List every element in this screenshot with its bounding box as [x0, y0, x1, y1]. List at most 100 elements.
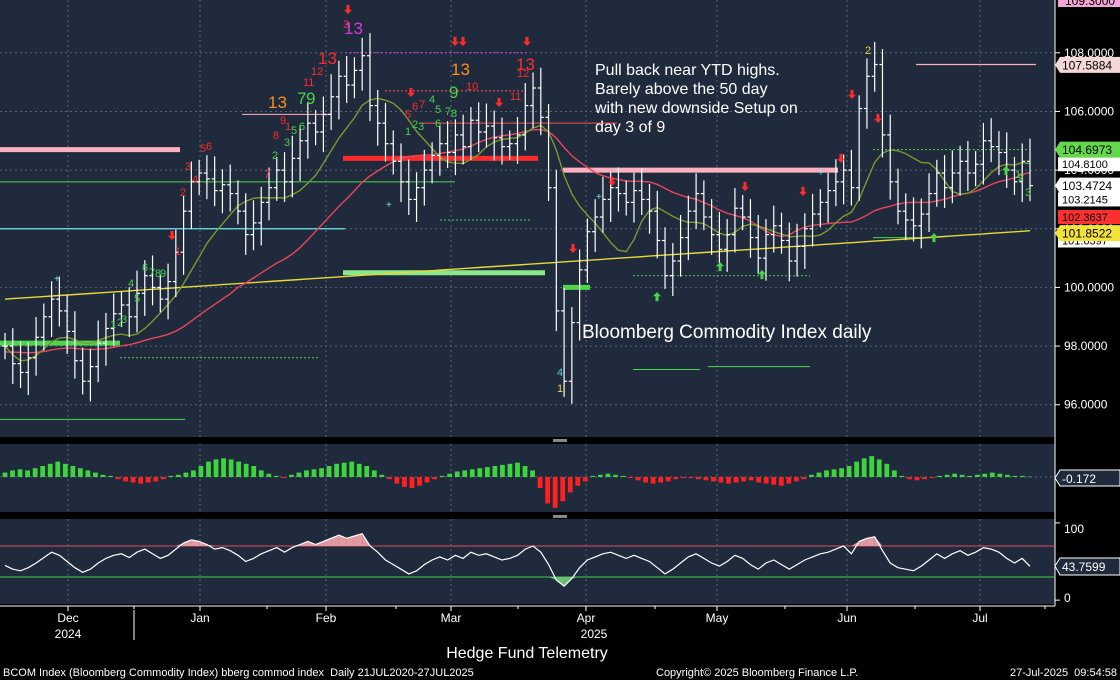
macd-bar — [326, 466, 332, 477]
price-tag-partial-label: 102.3637 — [1062, 212, 1108, 224]
macd-bar — [989, 472, 995, 477]
td-count-label: 8 — [273, 130, 279, 142]
td-count-big-label: 13 — [451, 60, 470, 79]
macd-bar — [793, 477, 799, 482]
x-month-apr: Apr — [577, 611, 596, 625]
td-plus-marker: + — [54, 274, 60, 285]
macd-bar — [296, 472, 302, 477]
macd-bar — [650, 477, 656, 484]
macd-bar — [25, 470, 31, 477]
td-count-big-label: 13 — [516, 55, 535, 74]
macd-bar — [341, 462, 347, 477]
macd-bar — [424, 477, 430, 483]
macd-bar — [40, 466, 46, 477]
macd-bar — [228, 459, 234, 477]
td-count-label: 3 — [185, 161, 191, 173]
macd-bar — [402, 477, 407, 487]
td-count-label: 4 — [557, 367, 563, 379]
macd-bar — [718, 477, 724, 483]
macd-bar — [477, 468, 483, 477]
macd-bar — [281, 477, 287, 479]
td-count-label: 1 — [405, 126, 411, 138]
price-tag-partial-label: 103.2145 — [1062, 194, 1108, 206]
macd-bar — [567, 477, 573, 493]
macd-bar — [288, 474, 294, 477]
td-count-label: 5 — [291, 125, 297, 137]
td-count-label: 2 — [272, 150, 278, 162]
td-count-big-label: 13 — [344, 19, 363, 38]
macd-bar — [409, 477, 415, 488]
macd-bar — [967, 475, 973, 477]
macd-bar — [997, 473, 1003, 477]
x-month-feb: Feb — [316, 611, 337, 625]
timestamp: 27-Jul-2025 09:54:58 — [1010, 667, 1117, 679]
macd-bar — [100, 474, 106, 477]
macd-bar — [273, 475, 279, 477]
macd-bar — [484, 467, 490, 477]
macd-bar — [500, 464, 505, 477]
price-tick-label: 96.0000 — [1064, 398, 1108, 412]
macd-bar — [809, 474, 814, 477]
macd-bar — [236, 461, 242, 477]
macd-bar — [183, 472, 189, 477]
price-tag-partial-label: 104.8100 — [1062, 159, 1108, 171]
macd-bar — [839, 468, 844, 477]
macd-bar — [115, 477, 121, 480]
panel-caption: Hedge Fund Telemetry — [446, 645, 608, 662]
macd-bar — [884, 463, 890, 477]
macd-bar — [605, 473, 611, 477]
macd-bar — [175, 474, 181, 477]
td-count-label: 1 — [110, 319, 116, 331]
x-year-2025: 2025 — [581, 627, 608, 641]
macd-bar — [914, 477, 920, 481]
macd-bar — [688, 477, 694, 479]
macd-bar — [304, 470, 309, 477]
rsi-tick-100: 100 — [1064, 522, 1084, 536]
macd-bar — [801, 477, 807, 480]
macd-bar — [251, 466, 257, 477]
macd-bar — [206, 461, 211, 477]
macd-bar — [741, 477, 747, 482]
macd-bar — [1027, 476, 1033, 478]
macd-bar — [153, 477, 159, 482]
macd-bar — [756, 477, 762, 483]
macd-bar — [145, 477, 151, 483]
macd-bar — [763, 477, 769, 484]
macd-bar — [582, 477, 588, 482]
macd-bar — [530, 470, 535, 477]
macd-bar — [922, 477, 927, 480]
macd-bar — [982, 473, 988, 477]
macd-bar — [356, 463, 362, 477]
macd-bar — [778, 477, 784, 486]
macd-bar — [2, 472, 8, 477]
macd-bar — [432, 477, 437, 480]
macd-bar — [861, 458, 867, 477]
macd-bar — [673, 477, 679, 480]
macd-bar — [959, 474, 965, 477]
macd-bar — [854, 461, 860, 477]
td-count-big-label: 9 — [306, 89, 315, 108]
annotation-line-4: day 3 of 9 — [595, 119, 665, 136]
price-tick-label: 100.0000 — [1064, 280, 1114, 294]
macd-bar — [379, 474, 385, 477]
macd-bar — [824, 470, 829, 477]
copyright: Copyright© 2025 Bloomberg Finance L.P. — [656, 667, 858, 679]
macd-bar — [628, 477, 633, 479]
price-tag-label: 101.8522 — [1062, 227, 1112, 241]
macd-bar — [10, 470, 15, 477]
td-count-label: 8 — [451, 108, 457, 120]
price-tag-label: 104.6973 — [1062, 143, 1112, 157]
macd-bar — [319, 468, 324, 477]
td-count-label: 5 — [435, 104, 441, 116]
macd-bar — [213, 459, 219, 477]
td-count-label: 11 — [510, 91, 521, 103]
x-month-jun: Jun — [837, 611, 856, 625]
macd-bar — [552, 477, 558, 508]
td-count-label: 11 — [303, 77, 314, 89]
price-tag-label: 107.5884 — [1062, 58, 1112, 72]
macd-bar — [507, 463, 513, 477]
td-plus-marker: + — [596, 192, 602, 203]
macd-bar — [364, 466, 370, 477]
macd-bar — [1004, 474, 1010, 477]
td-count-label: 4 — [192, 174, 198, 186]
